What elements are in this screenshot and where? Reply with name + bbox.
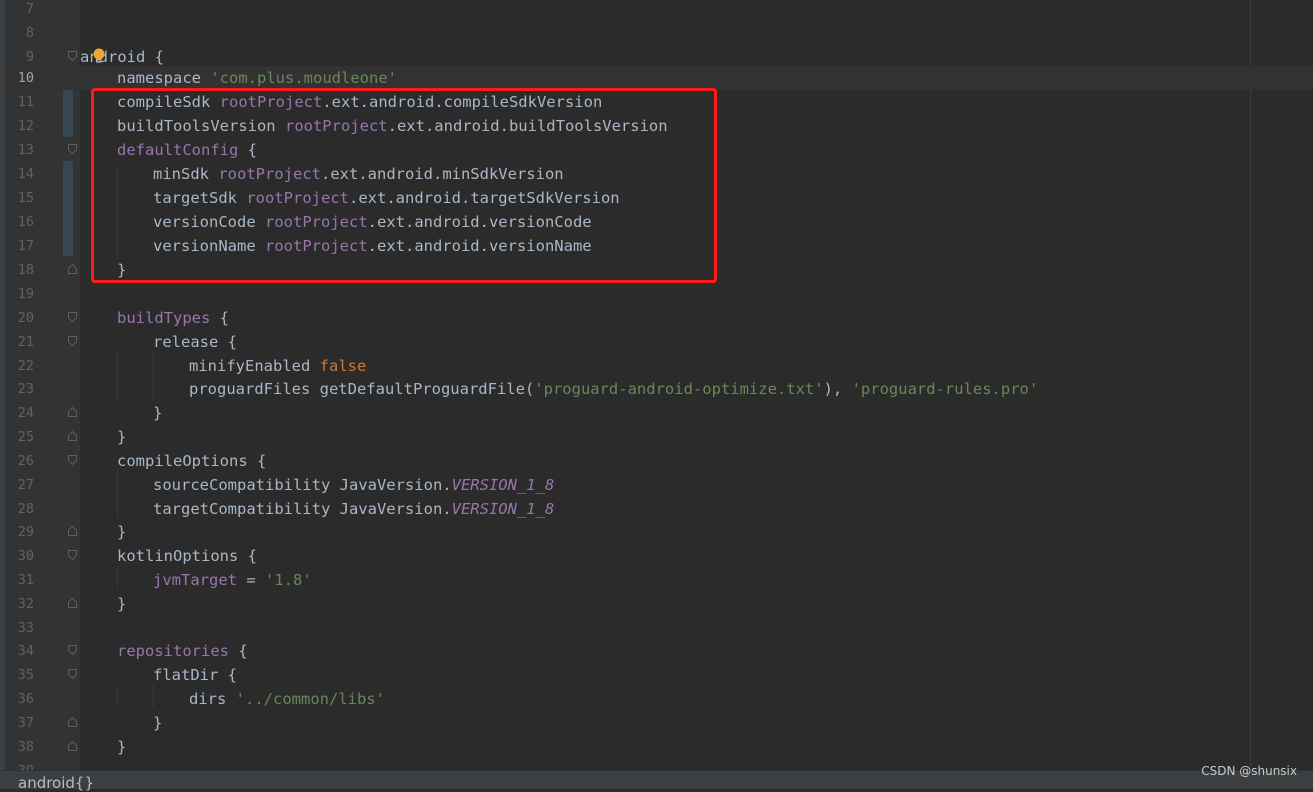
line-number: 24 (17, 405, 34, 421)
code-text: dirs '../common/libs' (189, 690, 385, 708)
code-text: kotlinOptions { (117, 547, 257, 565)
code-line[interactable]: 39 (5, 762, 1313, 770)
line-number: 17 (17, 238, 34, 254)
line-number: 20 (17, 310, 34, 326)
line-number: 8 (25, 25, 34, 41)
code-text: } (153, 404, 163, 422)
code-line[interactable]: 7 (5, 0, 1313, 24)
line-number: 27 (17, 477, 34, 493)
code-text: flatDir { (153, 666, 237, 684)
code-text: compileOptions { (117, 452, 267, 470)
code-text: jvmTarget = '1.8' (153, 571, 312, 589)
line-number: 18 (17, 262, 34, 278)
line-number: 7 (25, 1, 34, 17)
code-line[interactable]: 31 jvmTarget = '1.8' (5, 571, 1313, 595)
code-text: release { (153, 333, 237, 351)
code-line[interactable]: 23 proguardFiles getDefaultProguardFile(… (5, 380, 1313, 404)
code-line-current[interactable]: 10 namespace 'com.plus.moudleone' (5, 66, 1313, 90)
code-text: proguardFiles getDefaultProguardFile('pr… (189, 380, 1039, 398)
fold-end-icon[interactable] (68, 526, 77, 536)
breadcrumb-bar: android{} (0, 770, 1313, 792)
line-number: 33 (17, 620, 34, 636)
line-number: 25 (17, 429, 34, 445)
line-number: 31 (17, 572, 34, 588)
line-number: 14 (17, 166, 34, 182)
line-number: 34 (17, 643, 34, 659)
line-number: 30 (17, 548, 34, 564)
line-number: 37 (17, 715, 34, 731)
line-number: 38 (17, 739, 34, 755)
line-number: 22 (17, 358, 34, 374)
annotation-highlight-box (91, 88, 717, 283)
watermark: CSDN @shunsix (1201, 764, 1297, 778)
code-text: buildTypes { (117, 309, 229, 327)
line-number: 35 (17, 667, 34, 683)
code-editor[interactable]: 7 8 9 android { 10 namespace 'com.plus.m… (0, 0, 1313, 788)
code-text: } (117, 595, 127, 613)
code-text: minifyEnabled false (189, 357, 367, 375)
code-text: repositories { (117, 642, 248, 660)
fold-collapse-icon[interactable] (68, 312, 77, 322)
fold-collapse-icon[interactable] (68, 669, 77, 679)
line-number: 36 (17, 691, 34, 707)
code-text: namespace 'com.plus.moudleone' (117, 69, 397, 87)
line-number: 12 (17, 118, 34, 134)
code-text: } (117, 523, 127, 541)
code-text: targetCompatibility JavaVersion.VERSION_… (153, 500, 555, 518)
fold-end-icon[interactable] (68, 717, 77, 727)
fold-collapse-icon[interactable] (68, 645, 77, 655)
fold-end-icon[interactable] (68, 407, 77, 417)
line-number: 28 (17, 501, 34, 517)
code-line[interactable]: 37 } (5, 714, 1313, 738)
code-text: } (153, 714, 163, 732)
code-line[interactable]: 8 (5, 24, 1313, 48)
line-number: 32 (17, 596, 34, 612)
code-line[interactable]: 28 targetCompatibility JavaVersion.VERSI… (5, 500, 1313, 524)
line-number: 23 (17, 381, 34, 397)
code-line[interactable]: 24 } (5, 404, 1313, 428)
line-number: 29 (17, 524, 34, 540)
breadcrumb[interactable]: android{} (18, 774, 94, 792)
code-line[interactable]: 36 dirs '../common/libs' (5, 690, 1313, 714)
line-number: 15 (17, 190, 34, 206)
line-number: 39 (5, 762, 34, 770)
fold-end-icon[interactable] (68, 264, 77, 274)
fold-end-icon[interactable] (68, 431, 77, 441)
fold-collapse-icon[interactable] (68, 550, 77, 560)
fold-collapse-icon[interactable] (68, 336, 77, 346)
line-number: 26 (17, 453, 34, 469)
line-number: 16 (17, 214, 34, 230)
code-text: } (117, 738, 127, 756)
fold-collapse-icon[interactable] (68, 455, 77, 465)
line-number: 19 (17, 286, 34, 302)
code-line[interactable]: 32 } (5, 595, 1313, 619)
code-text: sourceCompatibility JavaVersion.VERSION_… (153, 476, 555, 494)
line-number: 10 (17, 70, 34, 86)
code-text: } (117, 428, 127, 446)
fold-end-icon[interactable] (68, 598, 77, 608)
fold-collapse-icon[interactable] (68, 144, 77, 154)
fold-end-icon[interactable] (68, 741, 77, 751)
fold-collapse-icon[interactable] (68, 51, 77, 61)
line-number: 11 (17, 94, 34, 110)
line-number: 21 (17, 334, 34, 350)
lightbulb-icon[interactable] (93, 48, 105, 64)
code-line[interactable]: 38 } (5, 738, 1313, 762)
line-number: 13 (17, 142, 34, 158)
